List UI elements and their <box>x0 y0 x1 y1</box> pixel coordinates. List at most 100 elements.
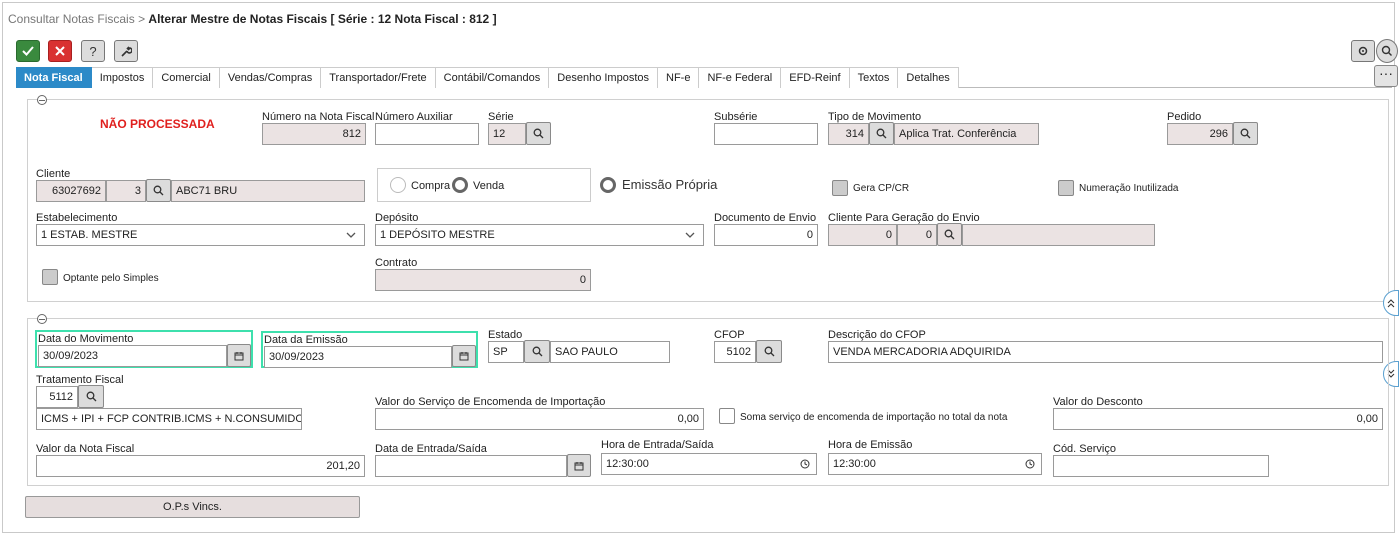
hora-emi-field[interactable]: 12:30:00 <box>828 453 1042 475</box>
data-es-calendar-button[interactable] <box>567 454 591 477</box>
hora-es-field[interactable]: 12:30:00 <box>601 453 817 475</box>
data-mov-field[interactable]: 30/09/2023 <box>38 345 227 367</box>
estado-lookup-button[interactable] <box>524 340 550 363</box>
optante-checkbox[interactable] <box>42 269 58 285</box>
soma-checkbox[interactable] <box>719 408 735 424</box>
deposito-label: Depósito <box>375 212 419 224</box>
search-button[interactable] <box>1376 39 1398 63</box>
compra-radio[interactable] <box>390 177 406 193</box>
cod-serv-label: Cód. Serviço <box>1053 443 1116 455</box>
collapse-section1-icon[interactable] <box>37 95 47 105</box>
search-icon <box>944 229 955 240</box>
data-emi-label: Data da Emissão <box>264 334 348 346</box>
hora-emi-value: 12:30:00 <box>833 458 876 470</box>
deposito-select[interactable]: 1 DEPÓSITO MESTRE <box>375 224 704 246</box>
tools-button[interactable] <box>114 40 138 62</box>
tipo-mov-desc: Aplica Trat. Conferência <box>894 123 1039 145</box>
estab-select[interactable]: 1 ESTAB. MESTRE <box>36 224 365 246</box>
tab-textos[interactable]: Textos <box>849 67 899 88</box>
soma-label: Soma serviço de encomenda de importação … <box>740 412 1008 423</box>
collapse-section2-icon[interactable] <box>37 314 47 324</box>
optante-label: Optante pelo Simples <box>63 273 159 284</box>
valor-nf-field[interactable]: 201,20 <box>36 455 365 477</box>
desc-cfop-field[interactable]: VENDA MERCADORIA ADQUIRIDA <box>828 341 1383 363</box>
hora-es-label: Hora de Entrada/Saída <box>601 439 714 451</box>
clock-icon <box>800 459 810 469</box>
data-emi-calendar-button[interactable] <box>452 345 476 367</box>
tab-nf-e[interactable]: NF-e <box>658 67 700 88</box>
breadcrumb: Consultar Notas Fiscais > Alterar Mestre… <box>8 12 497 26</box>
cfop-field[interactable]: 5102 <box>714 341 756 363</box>
tipo-mov-lookup-button[interactable] <box>869 122 894 145</box>
desc-cfop-label: Descrição do CFOP <box>828 329 926 341</box>
serie-lookup-button[interactable] <box>526 122 551 145</box>
serie-field[interactable]: 12 <box>488 123 526 145</box>
data-emi-field[interactable]: 30/09/2023 <box>264 346 452 368</box>
cfop-label: CFOP <box>714 329 745 341</box>
num-inut-label: Numeração Inutilizada <box>1079 183 1179 194</box>
estab-label: Estabelecimento <box>36 212 118 224</box>
pedido-label: Pedido <box>1167 111 1202 123</box>
breadcrumb-parent[interactable]: Consultar Notas Fiscais <box>8 12 135 26</box>
cancel-button[interactable] <box>48 40 72 62</box>
search-icon <box>764 346 774 357</box>
data-mov-calendar-button[interactable] <box>227 344 251 367</box>
subserie-field[interactable] <box>714 123 818 145</box>
contrato-field[interactable]: 0 <box>375 269 591 291</box>
help-icon: ? <box>89 43 97 59</box>
more-icon[interactable]: ··· <box>1374 65 1398 87</box>
ops-vincs-button[interactable]: O.P.s Vincs. <box>25 496 360 518</box>
trat-lookup-button[interactable] <box>78 385 104 408</box>
cfop-lookup-button[interactable] <box>756 340 782 363</box>
cliente-name: ABC71 BRU <box>171 180 365 202</box>
cliente-code[interactable]: 63027692 <box>36 180 106 202</box>
search-icon <box>876 128 887 139</box>
venda-label: Venda <box>473 180 505 192</box>
chevron-up-icon <box>1387 299 1395 308</box>
tab-vendas-compras[interactable]: Vendas/Compras <box>219 67 322 88</box>
tab-cont-bil-comandos[interactable]: Contábil/Comandos <box>435 67 550 88</box>
cli-envio-name <box>962 224 1155 246</box>
doc-envio-field[interactable]: 0 <box>714 224 818 246</box>
desconto-label: Valor do Desconto <box>1053 396 1143 408</box>
cli-envio-lookup-button[interactable] <box>937 223 962 246</box>
cliente-lookup-button[interactable] <box>146 179 171 202</box>
contrato-label: Contrato <box>375 257 418 269</box>
pedido-lookup-button[interactable] <box>1233 122 1258 145</box>
cli-envio-seq[interactable]: 0 <box>897 224 937 246</box>
cli-envio-code[interactable]: 0 <box>828 224 897 246</box>
search-icon <box>1381 45 1392 56</box>
valor-serv-field[interactable]: 0,00 <box>375 408 704 430</box>
data-es-field[interactable] <box>375 455 567 477</box>
desconto-field[interactable]: 0,00 <box>1053 408 1383 430</box>
tab-detalhes[interactable]: Detalhes <box>898 67 959 88</box>
trat-desc: ICMS + IPI + FCP CONTRIB.ICMS + N.CONSUM… <box>36 408 302 430</box>
cod-serv-field[interactable] <box>1053 455 1269 477</box>
tab-nf-e-federal[interactable]: NF-e Federal <box>699 67 782 88</box>
tab-impostos[interactable]: Impostos <box>91 67 154 88</box>
tab-nota-fiscal[interactable]: Nota Fiscal <box>16 67 92 88</box>
cliente-seq[interactable]: 3 <box>106 180 146 202</box>
num-inut-checkbox[interactable] <box>1058 180 1074 196</box>
numero-nf-field[interactable]: 812 <box>262 123 366 145</box>
trat-code[interactable]: 5112 <box>36 386 78 408</box>
breadcrumb-separator: > <box>138 12 146 26</box>
tab-efd-reinf[interactable]: EFD-Reinf <box>781 67 850 88</box>
hora-es-value: 12:30:00 <box>606 458 649 470</box>
search-icon <box>533 128 544 139</box>
tipo-mov-code[interactable]: 314 <box>828 123 869 145</box>
estab-value: 1 ESTAB. MESTRE <box>41 229 138 241</box>
tab-comercial[interactable]: Comercial <box>153 67 220 88</box>
gera-cp-checkbox[interactable] <box>832 180 848 196</box>
clock-icon <box>1025 459 1035 469</box>
numero-aux-field[interactable] <box>375 123 479 145</box>
settings-button[interactable] <box>1351 40 1375 62</box>
tab-transportador-frete[interactable]: Transportador/Frete <box>321 67 436 88</box>
pedido-field[interactable]: 296 <box>1167 123 1233 145</box>
emissao-radio[interactable] <box>600 177 616 193</box>
venda-radio[interactable] <box>452 177 468 193</box>
confirm-button[interactable] <box>16 40 40 62</box>
estado-code[interactable]: SP <box>488 341 524 363</box>
tab-desenho-impostos[interactable]: Desenho Impostos <box>549 67 658 88</box>
help-button[interactable]: ? <box>81 40 105 62</box>
